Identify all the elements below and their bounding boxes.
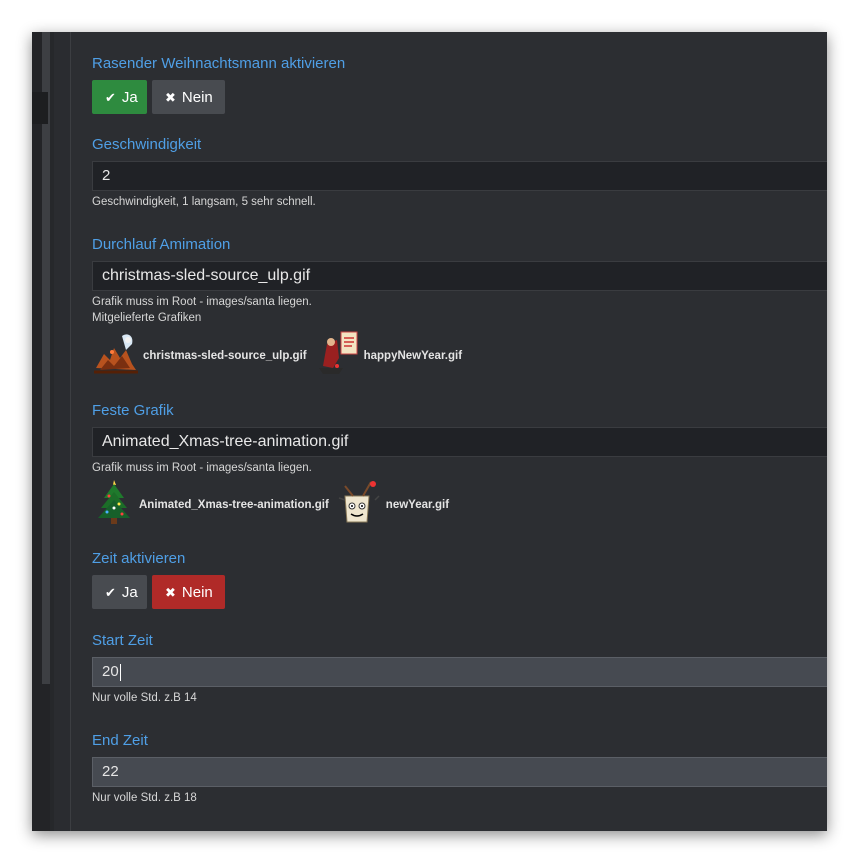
animation-help: Grafik muss im Root - images/santa liege… — [92, 294, 827, 326]
sled-icon[interactable] — [92, 330, 140, 381]
start-time-value: 20 — [102, 663, 119, 680]
fixed-graphic-input[interactable]: Animated_Xmas-tree-animation.gif — [92, 427, 827, 457]
fixed-graphic-help: Grafik muss im Root - images/santa liege… — [92, 462, 312, 474]
fixed-graphic-group: Feste Grafik Animated_Xmas-tree-animatio… — [92, 402, 827, 531]
animation-help-root: Grafik muss im Root - images/santa liege… — [92, 296, 312, 308]
time-yes-button[interactable]: ✔ Ja — [92, 575, 147, 609]
fixed-graphic-label: Feste Grafik — [92, 402, 174, 419]
start-time-label: Start Zeit — [92, 632, 153, 649]
start-time-input[interactable]: 20 — [92, 657, 827, 687]
santa-no-label: Nein — [181, 88, 213, 106]
end-time-input[interactable]: 22 — [92, 757, 827, 787]
close-icon: ✖ — [165, 584, 176, 600]
animation-input[interactable]: christmas-sled-source_ulp.gif — [92, 261, 827, 291]
speed-input[interactable]: 2 — [92, 161, 827, 191]
animation-group: Durchlauf Amimation christmas-sled-sourc… — [92, 236, 827, 381]
settings-form: Rasender Weihnachtsmann aktivieren ✔ Ja … — [71, 32, 827, 831]
end-time-group: End Zeit 22 Nur volle Std. z.B 18 — [92, 732, 827, 806]
speed-help: Geschwindigkeit, 1 langsam, 5 sehr schne… — [92, 196, 316, 208]
animation-help-provided: Mitgelieferte Grafiken — [92, 312, 202, 324]
new-year-banner-caption: happyNewYear.gif — [363, 349, 463, 362]
start-time-help: Nur volle Std. z.B 14 — [92, 692, 197, 704]
santa-yes-label: Ja — [121, 88, 138, 106]
close-icon: ✖ — [165, 89, 176, 105]
time-yes-label: Ja — [121, 583, 138, 601]
time-toggle-group: Zeit aktivieren ✔ Ja ✖ Nein — [92, 550, 827, 609]
settings-window: Rasender Weihnachtsmann aktivieren ✔ Ja … — [32, 32, 827, 831]
santa-yes-button[interactable]: ✔ Ja — [92, 80, 147, 114]
xmas-tree-caption: Animated_Xmas-tree-animation.gif — [139, 498, 329, 511]
animation-label: Durchlauf Amimation — [92, 236, 231, 253]
speed-label: Geschwindigkeit — [92, 136, 202, 153]
check-icon: ✔ — [105, 584, 116, 600]
fixed-image-list: Animated_Xmas-tree-animation.gif newYear… — [92, 478, 827, 531]
santa-toggle-label: Rasender Weihnachtsmann aktivieren — [92, 55, 346, 72]
new-year-banner-icon[interactable] — [313, 330, 361, 381]
champagne-caption: newYear.gif — [385, 498, 450, 511]
animation-image-list: christmas-sled-source_ulp.gif happyNewYe… — [92, 330, 827, 381]
santa-toggle-group: Rasender Weihnachtsmann aktivieren ✔ Ja … — [92, 55, 827, 114]
check-icon: ✔ — [105, 89, 116, 105]
champagne-icon[interactable] — [335, 478, 383, 531]
end-time-help: Nur volle Std. z.B 18 — [92, 792, 197, 804]
speed-group: Geschwindigkeit 2 Geschwindigkeit, 1 lan… — [92, 136, 827, 210]
panel-gutter — [54, 32, 70, 831]
time-no-button[interactable]: ✖ Nein — [152, 575, 225, 609]
end-time-label: End Zeit — [92, 732, 148, 749]
start-time-group: Start Zeit 20 Nur volle Std. z.B 14 — [92, 632, 827, 706]
text-caret — [119, 663, 121, 681]
xmas-tree-icon[interactable] — [92, 478, 136, 531]
left-scrollbar[interactable] — [42, 32, 50, 684]
time-no-label: Nein — [181, 583, 213, 601]
time-toggle-label: Zeit aktivieren — [92, 550, 186, 567]
santa-no-button[interactable]: ✖ Nein — [152, 80, 225, 114]
left-sidebar-tab — [32, 92, 48, 124]
sled-caption: christmas-sled-source_ulp.gif — [143, 349, 307, 362]
